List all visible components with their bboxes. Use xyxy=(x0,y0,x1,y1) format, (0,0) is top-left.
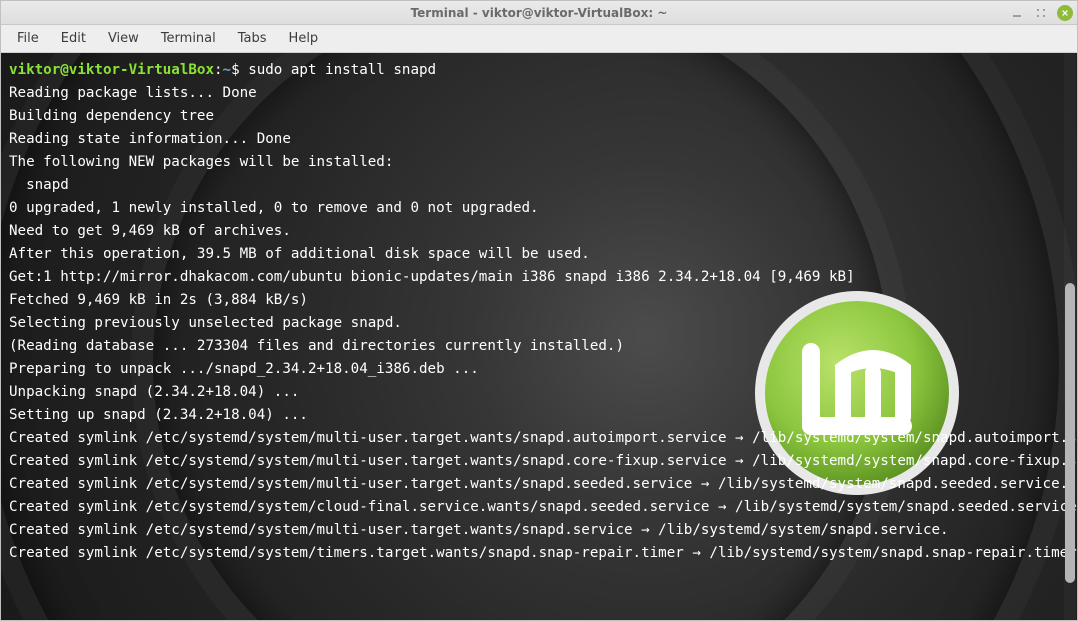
maximize-icon xyxy=(1036,8,1046,18)
terminal-output[interactable]: viktor@viktor-VirtualBox:~$ sudo apt ins… xyxy=(1,53,1077,620)
minimize-button[interactable] xyxy=(1009,5,1025,21)
window-titlebar[interactable]: Terminal - viktor@viktor-VirtualBox: ~ xyxy=(1,1,1077,25)
menubar: File Edit View Terminal Tabs Help xyxy=(1,25,1077,53)
scrollbar-track[interactable] xyxy=(1064,53,1076,620)
menu-file[interactable]: File xyxy=(7,27,49,50)
window-controls xyxy=(1009,1,1073,24)
menu-edit[interactable]: Edit xyxy=(51,27,96,50)
close-button[interactable] xyxy=(1057,5,1073,21)
window-title: Terminal - viktor@viktor-VirtualBox: ~ xyxy=(411,6,668,20)
menu-tabs[interactable]: Tabs xyxy=(228,27,277,50)
close-icon xyxy=(1061,9,1069,17)
terminal-window: Terminal - viktor@viktor-VirtualBox: ~ F… xyxy=(0,0,1078,621)
menu-terminal[interactable]: Terminal xyxy=(151,27,226,50)
menu-help[interactable]: Help xyxy=(279,27,329,50)
menu-view[interactable]: View xyxy=(98,27,149,50)
minimize-icon xyxy=(1012,8,1022,18)
terminal-viewport[interactable]: viktor@viktor-VirtualBox:~$ sudo apt ins… xyxy=(1,53,1077,620)
scrollbar-thumb[interactable] xyxy=(1065,283,1075,583)
maximize-button[interactable] xyxy=(1033,5,1049,21)
